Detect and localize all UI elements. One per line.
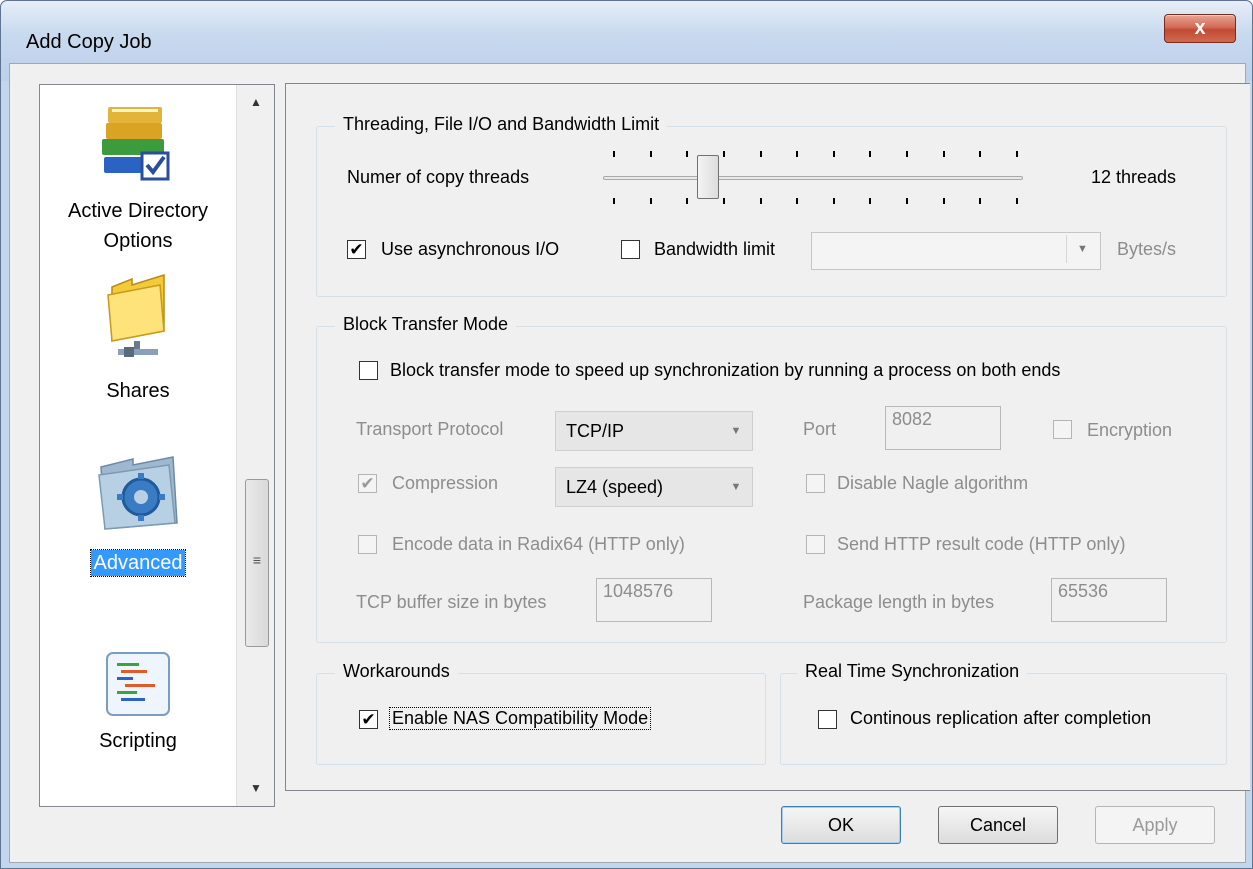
group-title: Threading, File I/O and Bandwidth Limit bbox=[335, 114, 668, 135]
sidebar-item-label: Options bbox=[103, 230, 173, 252]
disable-nagle-label: Disable Nagle algorithm bbox=[837, 473, 1029, 493]
threading-group: Threading, File I/O and Bandwidth Limit bbox=[316, 114, 1227, 297]
threads-slider-thumb[interactable] bbox=[697, 155, 719, 199]
transport-protocol-combo[interactable]: TCP/IP ▼ bbox=[555, 411, 753, 451]
slider-tick bbox=[979, 198, 981, 204]
package-length-label: Package length in bytes bbox=[803, 592, 995, 612]
port-field[interactable]: 8082 bbox=[885, 406, 1001, 450]
combo-value: LZ4 (speed) bbox=[566, 477, 664, 497]
bandwidth-limit-combo[interactable]: ▼ bbox=[811, 232, 1101, 270]
sidebar-item-label: Shares bbox=[106, 380, 170, 402]
slider-tick bbox=[833, 151, 835, 157]
block-transfer-label: Block transfer mode to speed up synchron… bbox=[390, 360, 1061, 380]
cancel-button[interactable]: Cancel bbox=[938, 806, 1058, 844]
slider-tick bbox=[833, 198, 835, 204]
bandwidth-limit-label: Bandwidth limit bbox=[654, 239, 776, 259]
slider-tick bbox=[760, 198, 762, 204]
slider-tick bbox=[906, 151, 908, 157]
slider-tick bbox=[760, 151, 762, 157]
compression-checkbox[interactable]: ✔ bbox=[358, 474, 377, 493]
group-title: Block Transfer Mode bbox=[335, 314, 517, 335]
slider-tick bbox=[796, 151, 798, 157]
nas-compat-checkbox[interactable]: ✔ bbox=[359, 710, 378, 729]
slider-tick bbox=[686, 198, 688, 204]
gear-folder-icon bbox=[98, 456, 178, 530]
threads-slider-track[interactable] bbox=[603, 176, 1023, 180]
shared-folder-icon bbox=[107, 273, 165, 357]
slider-tick bbox=[1016, 151, 1018, 157]
slider-tick bbox=[869, 151, 871, 157]
chevron-down-icon[interactable]: ▼ bbox=[720, 468, 752, 506]
slider-tick bbox=[1016, 198, 1018, 204]
http-result-label: Send HTTP result code (HTTP only) bbox=[837, 534, 1126, 554]
sidebar-item-label: Scripting bbox=[99, 730, 177, 752]
chevron-down-icon[interactable]: ▼ bbox=[1066, 235, 1098, 263]
sidebar-item-shares[interactable]: Shares bbox=[40, 265, 236, 415]
nas-compat-label: Enable NAS Compatibility Mode bbox=[389, 707, 652, 730]
encryption-checkbox[interactable] bbox=[1053, 420, 1072, 439]
slider-tick bbox=[869, 198, 871, 204]
sidebar-scrollbar[interactable]: ▲ ≡ ▼ bbox=[236, 85, 274, 806]
sidebar-item-scripting[interactable]: Scripting bbox=[40, 635, 236, 805]
slider-tick bbox=[650, 151, 652, 157]
threads-label-text: Numer of copy threads bbox=[347, 167, 530, 187]
async-io-label: Use asynchronous I/O bbox=[381, 239, 560, 259]
slider-tick bbox=[943, 198, 945, 204]
combo-value: TCP/IP bbox=[566, 421, 625, 441]
slider-tick bbox=[796, 198, 798, 204]
bandwidth-limit-checkbox[interactable] bbox=[621, 240, 640, 259]
sidebar-item-active-directory[interactable]: Active Directory Options bbox=[40, 85, 236, 255]
slider-tick bbox=[650, 198, 652, 204]
slider-tick bbox=[906, 198, 908, 204]
compression-label: Compression bbox=[392, 473, 499, 493]
sidebar-item-label: Active Directory bbox=[67, 200, 209, 222]
scrollbar-thumb[interactable]: ≡ bbox=[245, 479, 269, 647]
slider-tick bbox=[979, 151, 981, 157]
radix64-label: Encode data in Radix64 (HTTP only) bbox=[392, 534, 685, 554]
slider-tick bbox=[613, 151, 615, 157]
slider-tick bbox=[723, 198, 725, 204]
group-title: Real Time Synchronization bbox=[797, 661, 1028, 682]
compression-combo[interactable]: LZ4 (speed) ▼ bbox=[555, 467, 753, 507]
package-length-field[interactable]: 65536 bbox=[1051, 578, 1167, 622]
sidebar: Active Directory Options Shares Advanced… bbox=[39, 84, 275, 807]
radix64-checkbox[interactable] bbox=[358, 535, 377, 554]
sidebar-item-label: Advanced bbox=[40, 549, 236, 578]
script-icon bbox=[106, 652, 170, 716]
apply-button[interactable]: Apply bbox=[1095, 806, 1215, 844]
http-result-checkbox[interactable] bbox=[806, 535, 825, 554]
nav-list: Active Directory Options Shares Advanced… bbox=[40, 85, 236, 806]
encryption-label: Encryption bbox=[1087, 420, 1173, 440]
sidebar-item-advanced[interactable]: Advanced bbox=[40, 445, 236, 595]
bandwidth-unit: Bytes/s bbox=[1117, 239, 1177, 259]
close-button[interactable]: x bbox=[1164, 14, 1236, 43]
books-checkbox-icon bbox=[102, 107, 170, 181]
slider-tick bbox=[613, 198, 615, 204]
scroll-down-icon[interactable]: ▼ bbox=[237, 775, 275, 801]
scroll-up-icon[interactable]: ▲ bbox=[237, 89, 275, 115]
transport-protocol-label: Transport Protocol bbox=[356, 419, 504, 439]
dialog-window: Add Copy Job x Active Directory Options … bbox=[0, 0, 1253, 869]
block-transfer-checkbox[interactable] bbox=[359, 361, 378, 380]
continuous-replication-label: Continous replication after completion bbox=[850, 708, 1152, 728]
chevron-down-icon[interactable]: ▼ bbox=[720, 412, 752, 450]
group-title: Workarounds bbox=[335, 661, 458, 682]
ok-button[interactable]: OK bbox=[781, 806, 901, 844]
window-title: Add Copy Job bbox=[26, 31, 152, 53]
continuous-replication-checkbox[interactable] bbox=[818, 710, 837, 729]
threads-label: Numer of copy threads bbox=[347, 167, 529, 188]
tcp-buffer-field[interactable]: 1048576 bbox=[596, 578, 712, 622]
threads-value: 12 threads bbox=[1091, 167, 1177, 187]
tcp-buffer-label: TCP buffer size in bytes bbox=[356, 592, 547, 612]
port-label: Port bbox=[803, 419, 837, 439]
slider-tick bbox=[943, 151, 945, 157]
slider-tick bbox=[686, 151, 688, 157]
selected-label: Advanced bbox=[89, 549, 187, 577]
async-io-checkbox[interactable]: ✔ bbox=[347, 240, 366, 259]
disable-nagle-checkbox[interactable] bbox=[806, 474, 825, 493]
slider-tick bbox=[723, 151, 725, 157]
